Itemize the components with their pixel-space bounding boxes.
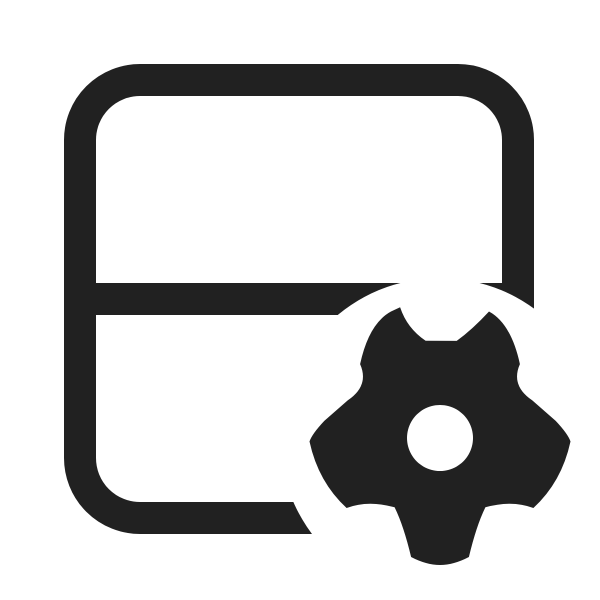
table-split-settings-icon [64, 64, 571, 565]
icon-canvas [0, 0, 600, 600]
table-frame-group [64, 64, 534, 534]
